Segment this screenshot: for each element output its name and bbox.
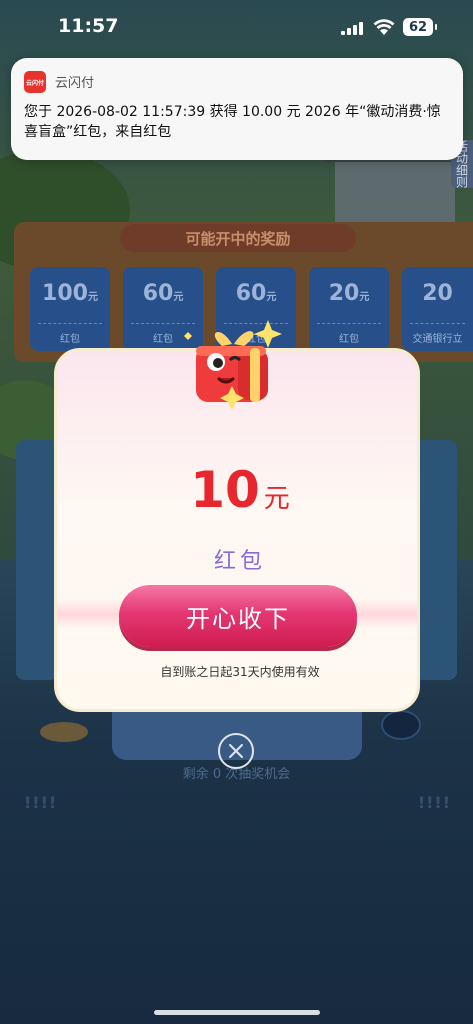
prize-card: 100元 红包 (30, 267, 110, 351)
reward-type: 红包 (213, 549, 266, 574)
close-icon[interactable] (218, 733, 254, 769)
pillar-decoration (415, 440, 457, 680)
coin-decoration (40, 722, 88, 742)
decor-marks-right: !!!! (417, 793, 451, 812)
decor-marks-left: !!!! (24, 793, 58, 812)
accept-button[interactable]: 开心收下 (119, 585, 357, 647)
house-decoration (323, 140, 467, 228)
validity-text: 自到账之日起31天内使用有效 (160, 665, 320, 679)
app-icon: 云闪付 (24, 71, 46, 93)
gift-box-mascot-icon (184, 320, 282, 410)
prize-label: 红包 (339, 334, 359, 345)
prize-amount: 60元 (235, 281, 277, 306)
reward-amount-unit: 元 (263, 484, 290, 514)
reward-amount: 10 元 (57, 461, 417, 519)
wifi-icon (373, 19, 395, 35)
prize-card: 20元 红包 (309, 267, 389, 351)
notification-message: 您于 2026-08-02 11:57:39 获得 10.00 元 2026 年… (24, 104, 441, 140)
prize-amount: 100元 (42, 281, 98, 306)
home-indicator[interactable] (154, 1010, 320, 1015)
prize-label: 红包 (60, 334, 80, 345)
push-notification[interactable]: 云闪付 云闪付 您于 2026-08-02 11:57:39 获得 10.00 … (11, 58, 463, 160)
prize-amount: 60元 (142, 281, 184, 306)
prize-section-title: 可能开中的奖励 (120, 224, 356, 252)
status-time: 11:57 (58, 15, 119, 37)
prize-label: 交通银行立 (412, 334, 463, 345)
notification-app-name: 云闪付 (55, 76, 95, 91)
prize-amount: 20元 (328, 281, 370, 306)
cellular-signal-icon (341, 21, 363, 35)
counter-icon (381, 710, 421, 740)
status-bar: 11:57 62 (0, 0, 473, 56)
prize-card: 20 交通银行立 (402, 267, 473, 351)
battery-icon: 62 (403, 18, 437, 36)
prize-amount: 20 (422, 281, 453, 306)
pillar-decoration (16, 440, 58, 680)
reward-amount-number: 10 (190, 461, 260, 519)
